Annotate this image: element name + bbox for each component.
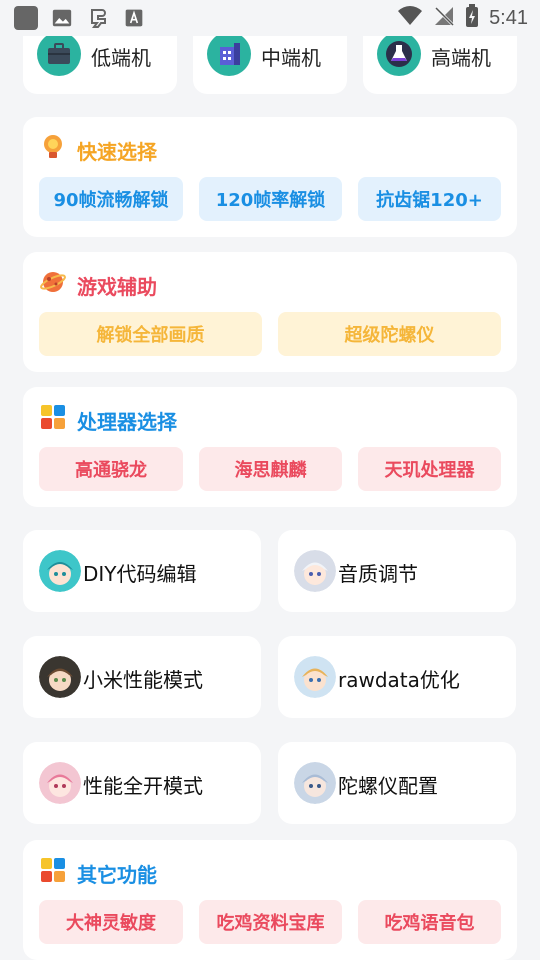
other-functions-card: 其它功能 大神灵敏度 吃鸡资料宝库 吃鸡语音包	[23, 840, 517, 960]
unlock-all-graphics-button[interactable]: 解锁全部画质	[39, 312, 262, 356]
pubg-data-library-button[interactable]: 吃鸡资料宝库	[199, 900, 342, 944]
building-icon	[207, 32, 251, 76]
anime-avatar-icon	[294, 550, 336, 592]
status-bar: 5:41	[0, 0, 540, 36]
flask-icon	[377, 32, 421, 76]
section-title: 处理器选择	[77, 410, 177, 434]
feature-label: 音质调节	[338, 562, 418, 586]
battery-charging-icon	[465, 4, 479, 32]
anime-avatar-icon	[39, 762, 81, 804]
game-assist-card: 游戏辅助 解锁全部画质 超级陀螺仪	[23, 252, 517, 372]
super-gyroscope-button[interactable]: 超级陀螺仪	[278, 312, 501, 356]
anime-avatar-icon	[294, 656, 336, 698]
section-title: 游戏辅助	[77, 275, 157, 299]
kirin-button[interactable]: 海思麒麟	[199, 447, 342, 491]
feature-card-rawdata[interactable]: rawdata优化	[278, 636, 516, 718]
device-label: 高端机	[431, 46, 491, 70]
planet-icon	[39, 268, 67, 296]
blocks-icon	[39, 403, 67, 431]
text-icon	[122, 6, 146, 30]
feature-label: rawdata优化	[338, 668, 460, 692]
anime-avatar-icon	[294, 762, 336, 804]
bug-icon	[86, 6, 110, 30]
lightbulb-icon	[39, 133, 67, 161]
feature-label: 小米性能模式	[83, 668, 203, 692]
image-icon	[50, 6, 74, 30]
feature-card-audio[interactable]: 音质调节	[278, 530, 516, 612]
feature-label: 性能全开模式	[83, 774, 203, 798]
pro-sensitivity-button[interactable]: 大神灵敏度	[39, 900, 183, 944]
anime-avatar-icon	[39, 550, 81, 592]
antialias-120-button[interactable]: 抗齿锯120+	[358, 177, 501, 221]
toolbox-icon	[37, 32, 81, 76]
section-title: 快速选择	[77, 140, 157, 164]
dimensity-button[interactable]: 天玑处理器	[358, 447, 501, 491]
feature-card-full-performance[interactable]: 性能全开模式	[23, 742, 261, 824]
pubg-voice-pack-button[interactable]: 吃鸡语音包	[358, 900, 501, 944]
snapdragon-button[interactable]: 高通骁龙	[39, 447, 183, 491]
fps120-unlock-button[interactable]: 120帧率解锁	[199, 177, 342, 221]
blocks-icon	[39, 856, 67, 884]
device-label: 低端机	[91, 46, 151, 70]
app-square-icon	[14, 6, 38, 30]
anime-avatar-icon	[39, 656, 81, 698]
section-title: 其它功能	[77, 863, 157, 887]
fps90-unlock-button[interactable]: 90帧流畅解锁	[39, 177, 183, 221]
wifi-icon	[397, 5, 423, 31]
processor-card: 处理器选择 高通骁龙 海思麒麟 天玑处理器	[23, 387, 517, 507]
feature-card-mi-performance[interactable]: 小米性能模式	[23, 636, 261, 718]
feature-label: DIY代码编辑	[83, 562, 197, 586]
clock: 5:41	[489, 6, 528, 29]
feature-card-gyroscope-config[interactable]: 陀螺仪配置	[278, 742, 516, 824]
feature-card-diy-code[interactable]: DIY代码编辑	[23, 530, 261, 612]
feature-label: 陀螺仪配置	[338, 774, 438, 798]
quick-select-card: 快速选择 90帧流畅解锁 120帧率解锁 抗齿锯120+	[23, 117, 517, 237]
no-signal-icon	[433, 5, 455, 31]
device-label: 中端机	[261, 46, 321, 70]
